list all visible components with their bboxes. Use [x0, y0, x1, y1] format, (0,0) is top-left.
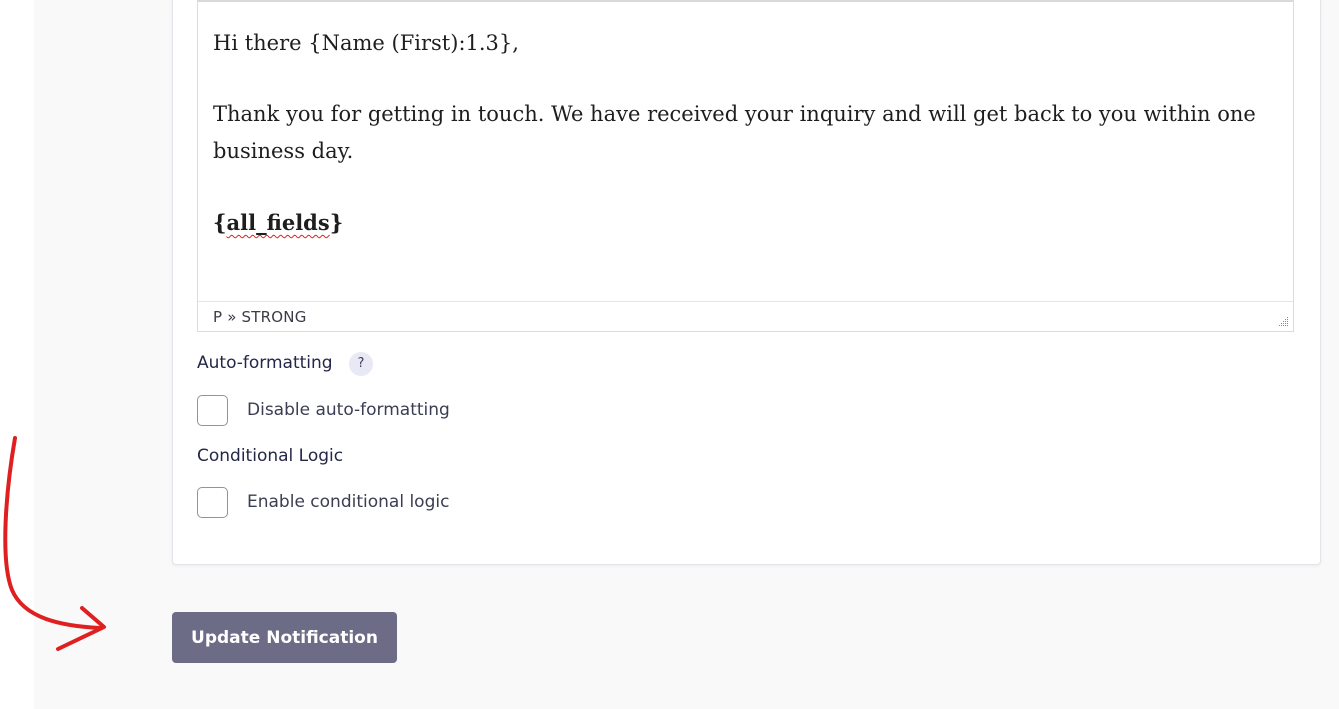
enable-conditional-logic-checkbox[interactable] — [197, 486, 228, 518]
disable-auto-formatting-option[interactable]: Disable auto-formatting — [197, 393, 450, 427]
merge-tag-spellcheck-underline: all_fields — [226, 210, 330, 235]
editor-greeting: Hi there {Name (First):1.3}, — [213, 31, 519, 55]
enable-conditional-logic-option[interactable]: Enable conditional logic — [197, 485, 449, 519]
editor-message: Thank you for getting in touch. We have … — [213, 102, 1256, 163]
editor-merge-tag-paragraph: {all_fields} — [213, 204, 1273, 242]
merge-tag-all-fields: {all_fields} — [213, 210, 343, 235]
message-editor[interactable]: Hi there {Name (First):1.3}, Thank you f… — [197, 0, 1294, 332]
enable-conditional-logic-label[interactable]: Enable conditional logic — [247, 492, 449, 512]
resize-handle-icon[interactable] — [1277, 315, 1289, 327]
conditional-logic-label: Conditional Logic — [197, 446, 344, 466]
editor-statusbar: P » STRONG — [198, 301, 1293, 331]
element-path[interactable]: P » STRONG — [213, 308, 307, 326]
red-hand-drawn-arrow-icon — [3, 436, 106, 651]
merge-tag-text: {all_fields} — [213, 210, 344, 235]
question-icon[interactable]: ? — [349, 352, 373, 376]
disable-auto-formatting-checkbox[interactable] — [197, 394, 228, 426]
editor-toolbar-edge — [198, 0, 1293, 2]
editor-content[interactable]: Hi there {Name (First):1.3}, Thank you f… — [213, 25, 1273, 276]
auto-formatting-label: Auto-formatting — [197, 353, 333, 373]
disable-auto-formatting-label[interactable]: Disable auto-formatting — [247, 400, 450, 420]
update-notification-button[interactable]: Update Notification — [172, 612, 397, 663]
